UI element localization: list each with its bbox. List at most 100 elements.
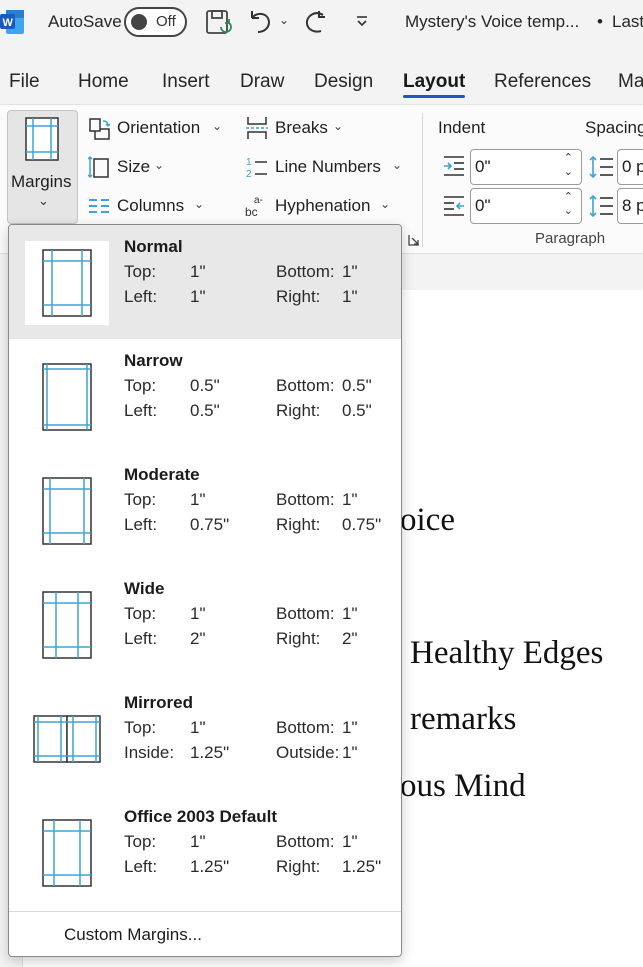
tab-layout[interactable]: Layout [403,71,465,93]
size-label: Size [117,157,151,176]
bottom-value: 1" [342,262,358,281]
margin-option-wide[interactable]: Wide Top: 1" Bottom: 1" Left: 2" Right: … [9,567,401,681]
size-button[interactable]: Size ⌄ [86,154,176,180]
indent-left-input[interactable]: 0" ⌃ ⌄ [470,149,582,185]
left-value: 1" [190,287,206,306]
paragraph-group-label: Paragraph [535,230,606,247]
margins-dropdown: Normal Top: 1" Bottom: 1" Left: 1" Right… [8,224,402,957]
tab-mailings[interactable]: Ma [618,71,643,93]
title-bullet: • [597,12,603,31]
left-label: Left: [124,629,158,648]
autosave-label: AutoSave [48,12,122,31]
orientation-chevron-icon: ⌄ [212,119,223,133]
undo-dropdown-icon[interactable]: ⌄ [279,13,289,27]
document-line-4: ous Mind [400,768,526,804]
autosave-toggle[interactable]: Off [124,7,187,37]
page-setup-launcher-icon[interactable] [408,233,420,246]
line-numbers-icon: 1 2 [246,157,267,179]
tab-insert[interactable]: Insert [162,71,210,93]
undo-icon[interactable] [246,8,274,36]
indent-right-value: 0" [475,196,491,215]
left-label: Left: [124,515,158,534]
margins-label: Margins [11,172,72,191]
tab-draw[interactable]: Draw [240,71,284,93]
bottom-label: Bottom: [276,604,335,623]
hyphenation-icon: a- bc [245,195,263,219]
line-numbers-label: Line Numbers [275,157,381,176]
top-label: Top: [124,604,157,623]
hyphenation-label: Hyphenation [275,196,371,215]
right-value: 0.5" [342,401,372,420]
margin-option-mirrored[interactable]: Mirrored Top: 1" Bottom: 1" Inside: 1.25… [9,681,401,795]
left-value: 1.25" [190,857,230,876]
top-label: Top: [124,832,157,851]
spacing-before-icon [589,155,613,179]
breaks-button[interactable]: Breaks ⌄ [245,115,355,141]
line-numbers-chevron-icon: ⌄ [392,158,403,172]
margins-moderate-icon [42,477,92,545]
right-value: 2" [342,629,358,648]
indent-right-stepper[interactable]: ⌃ ⌄ [564,190,573,218]
bottom-value: 0.5" [342,376,372,395]
option-name: Office 2003 Default [124,807,278,826]
redo-icon[interactable] [303,8,331,36]
word-app-icon[interactable]: W [0,8,26,36]
document-line-1: oice [400,502,455,538]
hyphenation-chevron-icon: ⌄ [380,197,391,211]
right-label: Right: [276,857,321,876]
last-modified[interactable]: Last [612,12,643,32]
svg-text:W: W [3,17,14,29]
option-name: Mirrored [124,693,193,712]
breaks-label: Breaks [275,118,328,137]
ribbon-tabs: File Home Insert Draw Design Layout Refe… [0,58,643,104]
spacing-after-input[interactable]: 8 p [617,188,643,224]
orientation-icon [89,118,110,140]
margin-option-moderate[interactable]: Moderate Top: 1" Bottom: 1" Left: 0.75" … [9,453,401,567]
columns-button[interactable]: Columns ⌄ [86,193,216,219]
bottom-value: 1" [342,604,358,623]
line-numbers-button[interactable]: 1 2 Line Numbers ⌄ [245,154,405,180]
top-label: Top: [124,376,157,395]
margins-button[interactable]: Margins ⌄ [7,110,78,224]
spacing-label: Spacing [585,118,643,137]
right-label: Right: [276,401,321,420]
left-label: Left: [124,401,158,420]
left-value: 0.75" [190,515,230,534]
active-tab-indicator [403,95,465,98]
margins-office-2003-icon [42,819,92,887]
right-label: Right: [276,629,321,648]
bottom-label: Bottom: [276,262,335,281]
customize-toolbar-icon[interactable] [354,14,370,30]
right-label: Right: [276,287,321,306]
bottom-value: 1" [342,832,358,851]
top-value: 1" [190,604,206,623]
tab-home[interactable]: Home [78,71,129,93]
indent-right-input[interactable]: 0" ⌃ ⌄ [470,188,582,224]
document-line-3: remarks [410,701,517,737]
margin-option-normal[interactable]: Normal Top: 1" Bottom: 1" Left: 1" Right… [9,225,401,339]
left-label: Left: [124,857,158,876]
orientation-label: Orientation [117,118,201,137]
margin-option-office-2003-default[interactable]: Office 2003 Default Top: 1" Bottom: 1" L… [9,795,401,909]
top-label: Top: [124,262,157,281]
bottom-value: 1" [342,490,358,509]
size-icon [88,155,109,179]
tab-file[interactable]: File [9,71,40,93]
custom-margins-button[interactable]: Custom Margins... [64,925,202,945]
menu-separator [9,911,401,912]
top-value: 1" [190,262,206,281]
spacing-before-input[interactable]: 0 p [617,149,643,185]
margins-icon [25,117,59,166]
document-title[interactable]: Mystery's Voice temp... [405,12,579,32]
outside-value: 1" [342,743,358,762]
tab-references[interactable]: References [494,71,591,93]
margin-option-narrow[interactable]: Narrow Top: 0.5" Bottom: 0.5" Left: 0.5"… [9,339,401,453]
orientation-button[interactable]: Orientation ⌄ [86,115,236,141]
svg-text:2: 2 [246,169,252,179]
spacing-after-value: 8 p [622,196,643,215]
right-value: 0.75" [342,515,382,534]
save-icon[interactable] [205,9,233,37]
indent-left-stepper[interactable]: ⌃ ⌄ [564,151,573,179]
hyphenation-button[interactable]: a- bc Hyphenation ⌄ [245,193,395,219]
tab-design[interactable]: Design [314,71,373,93]
